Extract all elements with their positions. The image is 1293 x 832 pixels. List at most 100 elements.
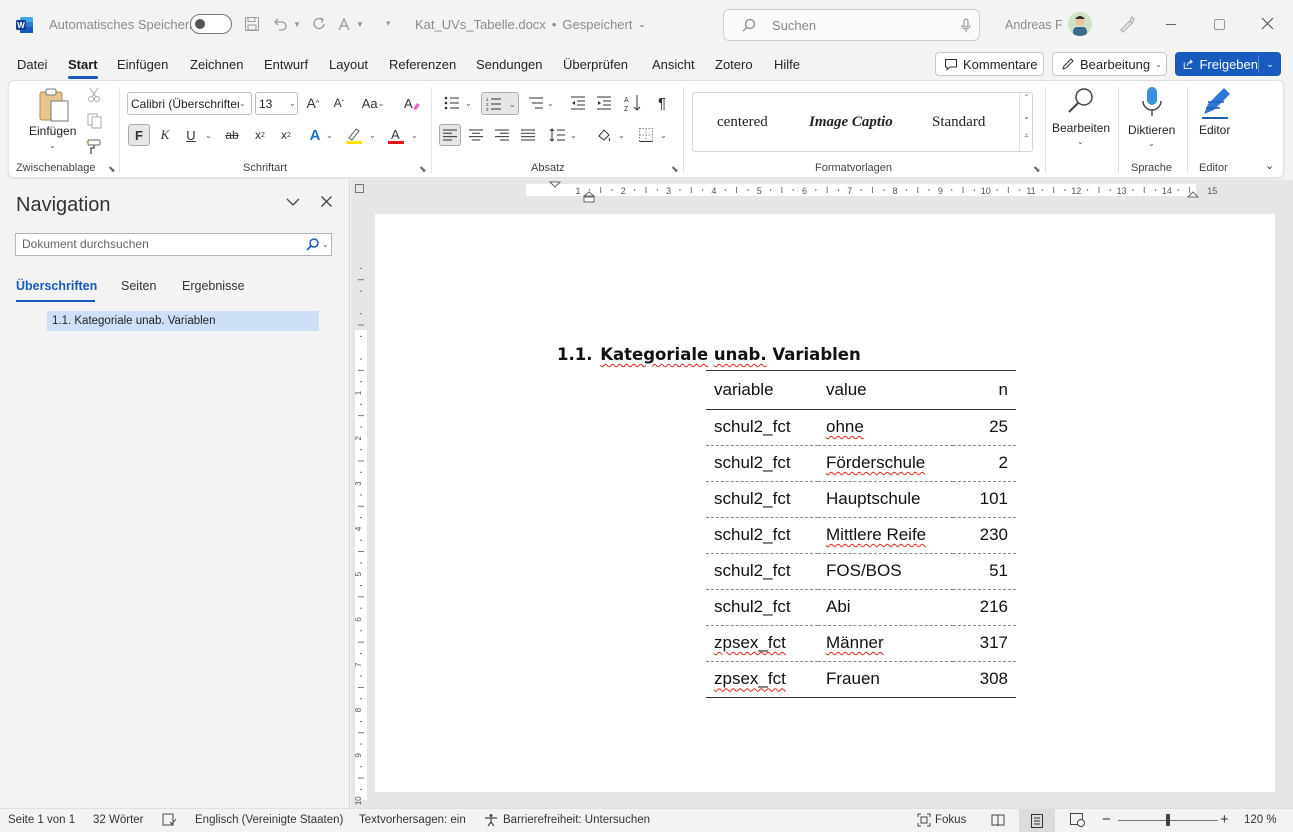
font-name-select[interactable]: Calibri (Überschriften) ⌄ bbox=[127, 92, 252, 115]
menu-datei[interactable]: Datei bbox=[17, 57, 47, 72]
paste-dropdown-icon[interactable]: ⌄ bbox=[49, 141, 56, 150]
highlight-icon[interactable] bbox=[343, 124, 365, 146]
accessibility-status[interactable]: Barrierefreiheit: Untersuchen bbox=[503, 814, 650, 826]
styles-scroll-up-icon[interactable]: ⌃ bbox=[1020, 93, 1033, 112]
heading-nav-item[interactable]: 1.1. Kategoriale unab. Variablen bbox=[47, 311, 319, 331]
comments-button[interactable]: Kommentare bbox=[935, 52, 1044, 76]
underline-button[interactable]: U bbox=[180, 124, 202, 146]
focus-icon[interactable] bbox=[917, 813, 931, 827]
minimize-icon[interactable] bbox=[1166, 24, 1176, 25]
subscript-icon[interactable]: x2 bbox=[249, 124, 271, 146]
zoom-level[interactable]: 120 % bbox=[1244, 814, 1277, 826]
dialog-launcher-icon[interactable]: ⬊ bbox=[671, 164, 679, 175]
menu-zotero[interactable]: Zotero bbox=[715, 57, 753, 72]
text-predictions[interactable]: Textvorhersagen: ein bbox=[359, 814, 466, 826]
change-case-icon[interactable]: Aa ⌄ bbox=[358, 92, 388, 114]
zoom-slider-thumb[interactable] bbox=[1166, 814, 1170, 826]
multilevel-list-icon[interactable] bbox=[525, 92, 547, 114]
find-icon[interactable] bbox=[1066, 86, 1096, 116]
save-icon[interactable] bbox=[244, 16, 260, 32]
text-effects-dropdown-icon[interactable]: ⌄ bbox=[326, 131, 333, 140]
table-row[interactable]: zpsex_fct Männer 317 bbox=[706, 625, 1016, 662]
align-right-icon[interactable] bbox=[491, 124, 513, 146]
table-row[interactable]: schul2_fct ohne 25 bbox=[706, 409, 1016, 446]
more-icon[interactable]: ▾ bbox=[386, 18, 391, 29]
line-spacing-dropdown-icon[interactable]: ⌄ bbox=[570, 131, 577, 140]
paste-button-label[interactable]: Einfügen bbox=[29, 124, 76, 138]
highlight-dropdown-icon[interactable]: ⌄ bbox=[369, 131, 376, 140]
dialog-launcher-icon[interactable]: ⬊ bbox=[108, 164, 116, 175]
dictate-dropdown-icon[interactable]: ⌄ bbox=[1148, 139, 1155, 148]
sort-icon[interactable]: AZ bbox=[622, 92, 644, 114]
search-box[interactable]: Suchen bbox=[723, 9, 980, 41]
close-icon[interactable] bbox=[321, 196, 332, 207]
maximize-icon[interactable] bbox=[1214, 19, 1225, 30]
horizontal-ruler[interactable]: 1 2 3 4 5 6 7 8 9 10 11 12 13 14 15 bbox=[351, 180, 1293, 203]
shading-icon[interactable] bbox=[593, 124, 615, 146]
format-painter-icon[interactable] bbox=[86, 139, 102, 155]
underline-dropdown-icon[interactable]: ⌄ bbox=[205, 131, 212, 140]
zoom-in-icon[interactable]: + bbox=[1220, 811, 1229, 828]
table-row[interactable]: schul2_fct Mittlere Reife 230 bbox=[706, 517, 1016, 554]
proofing-icon[interactable] bbox=[162, 813, 177, 827]
navigation-search-input[interactable]: Dokument durchsuchen ⌄ bbox=[15, 233, 332, 256]
menu-hilfe[interactable]: Hilfe bbox=[774, 57, 800, 72]
tab-results[interactable]: Ergebnisse bbox=[182, 279, 245, 293]
editor-button-label[interactable]: Editor bbox=[1199, 123, 1230, 137]
language[interactable]: Englisch (Vereinigte Staaten) bbox=[195, 814, 343, 826]
bullets-dropdown-icon[interactable]: ⌄ bbox=[465, 99, 472, 108]
styles-scroll-down-icon[interactable]: ⌄ bbox=[1020, 112, 1033, 131]
avatar[interactable] bbox=[1068, 12, 1092, 36]
shading-dropdown-icon[interactable]: ⌄ bbox=[618, 131, 625, 140]
right-indent-marker[interactable] bbox=[1187, 191, 1199, 199]
tab-headings[interactable]: Überschriften bbox=[16, 279, 97, 293]
italic-button[interactable]: K bbox=[154, 124, 176, 146]
document-title[interactable]: Kat_UVs_Tabelle.docx • Gespeichert ⌄ bbox=[415, 17, 645, 32]
table-row[interactable]: schul2_fct FOS/BOS 51 bbox=[706, 553, 1016, 590]
menu-entwurf[interactable]: Entwurf bbox=[264, 57, 308, 72]
align-left-icon[interactable] bbox=[439, 124, 461, 146]
share-dropdown-icon[interactable]: ⌄ bbox=[1259, 59, 1281, 70]
dialog-launcher-icon[interactable]: ⬊ bbox=[1033, 164, 1041, 175]
redo-icon[interactable] bbox=[311, 16, 327, 32]
bullets-icon[interactable] bbox=[441, 92, 463, 114]
menu-layout[interactable]: Layout bbox=[329, 57, 368, 72]
word-count[interactable]: 32 Wörter bbox=[93, 814, 144, 826]
menu-referenzen[interactable]: Referenzen bbox=[389, 57, 456, 72]
table-row[interactable]: schul2_fct Hauptschule 101 bbox=[706, 481, 1016, 518]
accessibility-icon[interactable] bbox=[484, 813, 498, 827]
format-painter-quick-icon[interactable] bbox=[337, 16, 353, 32]
text-effects-icon[interactable]: A bbox=[304, 124, 326, 146]
align-center-icon[interactable] bbox=[465, 124, 487, 146]
cut-icon[interactable] bbox=[87, 87, 101, 103]
read-mode-icon[interactable] bbox=[991, 813, 1005, 827]
search-options-dropdown-icon[interactable]: ⌄ bbox=[322, 240, 329, 249]
styles-expand-icon[interactable]: ⩡ bbox=[1020, 131, 1033, 150]
close-window-icon[interactable] bbox=[1261, 17, 1274, 30]
autosave-toggle[interactable] bbox=[190, 14, 232, 34]
menu-ansicht[interactable]: Ansicht bbox=[652, 57, 695, 72]
increase-indent-icon[interactable] bbox=[593, 92, 615, 114]
page-count[interactable]: Seite 1 von 1 bbox=[8, 814, 75, 826]
numbering-button[interactable]: 123 ⌄ bbox=[481, 92, 519, 115]
shrink-font-icon[interactable]: Aˇ bbox=[328, 92, 350, 114]
vertical-ruler[interactable]: 1 2 3 4 5 6 7 8 9 10 bbox=[351, 200, 371, 808]
font-size-select[interactable]: 13 ⌄ bbox=[255, 92, 298, 115]
edit-dropdown-icon[interactable]: ⌄ bbox=[1077, 137, 1084, 146]
font-color-dropdown-icon[interactable]: ⌄ bbox=[411, 131, 418, 140]
menu-ueberpruefen[interactable]: Überprüfen bbox=[563, 57, 628, 72]
microphone-icon[interactable] bbox=[1141, 86, 1163, 120]
clear-formatting-icon[interactable]: A bbox=[401, 92, 423, 114]
undo-icon[interactable] bbox=[272, 16, 288, 32]
font-color-icon[interactable]: A bbox=[385, 124, 407, 146]
copy-icon[interactable] bbox=[87, 113, 102, 129]
table-row[interactable]: schul2_fct Förderschule 2 bbox=[706, 445, 1016, 482]
table-row[interactable]: schul2_fct Abi 216 bbox=[706, 589, 1016, 626]
style-image-caption[interactable]: Image Captio bbox=[809, 114, 893, 131]
superscript-icon[interactable]: x2 bbox=[275, 124, 297, 146]
strikethrough-button[interactable]: ab bbox=[221, 124, 243, 146]
customize-toolbar-icon[interactable]: ▼ bbox=[356, 20, 364, 29]
table-row[interactable]: zpsex_fct Frauen 308 bbox=[706, 661, 1016, 697]
style-centered[interactable]: centered bbox=[717, 114, 768, 131]
edit-button-label[interactable]: Bearbeiten bbox=[1052, 121, 1110, 135]
